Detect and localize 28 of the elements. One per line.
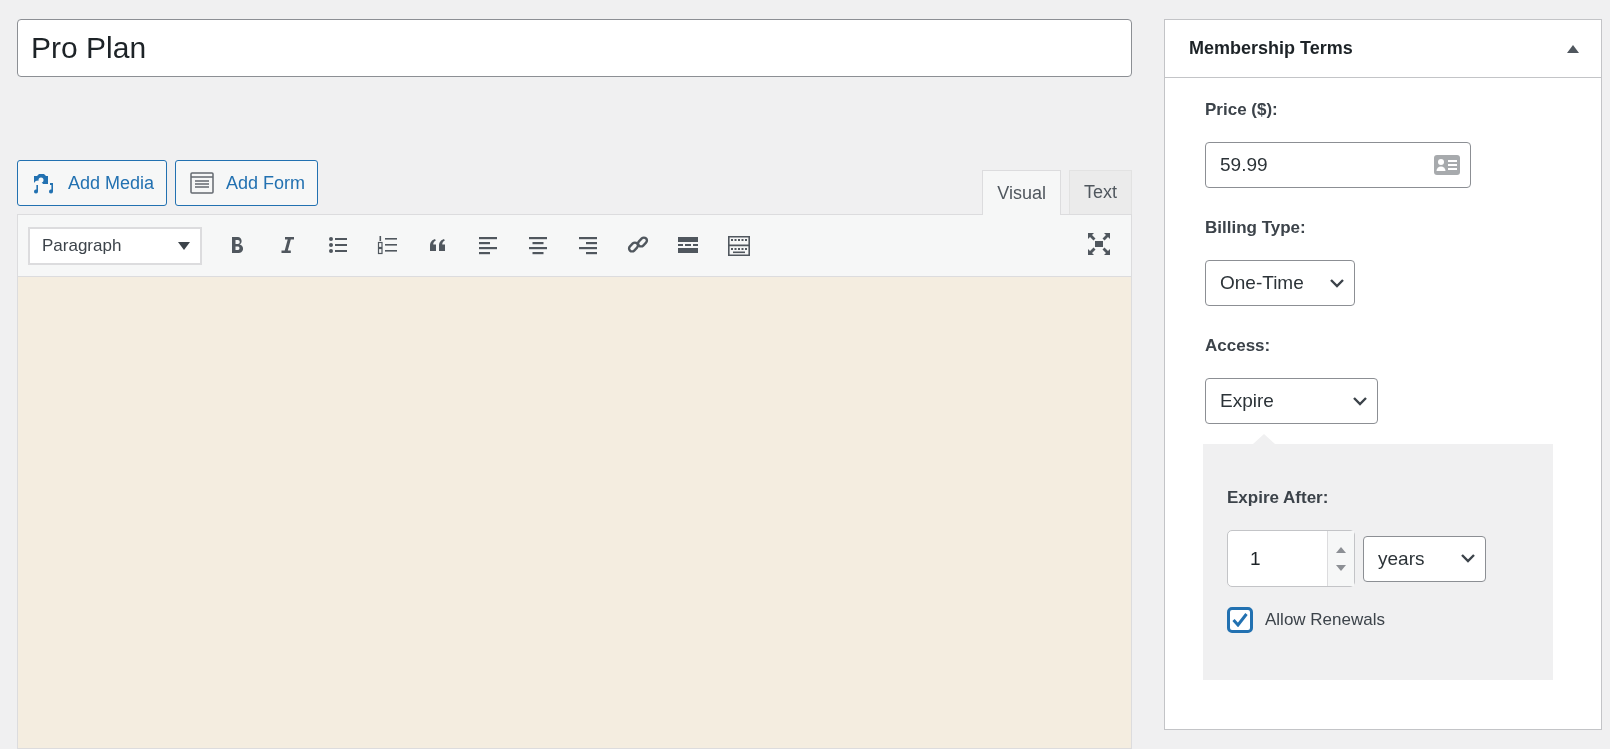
chevron-down-icon <box>1353 396 1367 406</box>
field-label: Access: <box>1205 336 1272 356</box>
title-field[interactable]: Pro Plan <box>17 19 1132 77</box>
duration-unit-select[interactable]: years <box>1363 535 1486 582</box>
panel-title: Membership Terms <box>1189 38 1353 59</box>
checkmark-icon <box>1232 613 1248 627</box>
add-form-button[interactable]: Add Form <box>175 160 319 206</box>
fullscreen-icon[interactable] <box>1087 231 1111 256</box>
field-label: Expire After: <box>1227 488 1330 508</box>
keyboard-icon[interactable] <box>727 233 751 258</box>
caret-icon <box>178 241 190 250</box>
chevron-down-icon <box>1461 554 1475 563</box>
billing-type-select[interactable]: One-Time <box>1205 260 1355 306</box>
editor-tab[interactable]: Visual <box>982 170 1061 215</box>
format-select[interactable]: Paragraph <box>28 226 202 265</box>
chevron-down-icon <box>1330 278 1344 288</box>
add-media-button[interactable]: Add Media <box>17 160 168 206</box>
access-select[interactable]: Expire <box>1205 378 1378 424</box>
collapse-arrow-icon[interactable] <box>1567 44 1579 53</box>
checkbox-label: Allow Renewals <box>1265 610 1385 630</box>
editor-tab[interactable]: Text <box>1069 170 1132 214</box>
number-field[interactable]: 1 <box>1227 530 1355 587</box>
checkbox[interactable] <box>1227 607 1253 633</box>
price-field[interactable]: 59.99 <box>1205 142 1471 188</box>
form-icon <box>190 171 215 195</box>
contact-card-icon <box>1434 155 1460 175</box>
field-label: Billing Type: <box>1205 218 1307 238</box>
field-label: Price ($): <box>1205 100 1279 120</box>
